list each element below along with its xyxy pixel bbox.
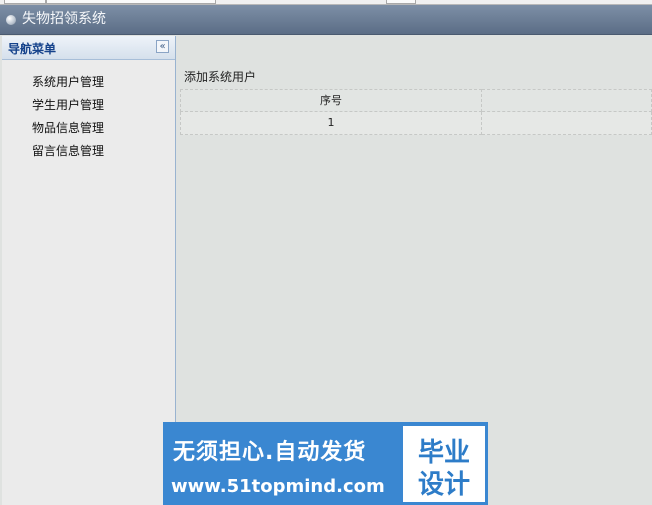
app-title-bar: 失物招领系统	[0, 5, 652, 35]
navigation-sidebar: 导航菜单 « 系统用户管理 学生用户管理 物品信息管理 留言信息管理	[2, 36, 176, 505]
badge-text-bottom: 设计	[417, 470, 470, 500]
watermark-banner: 无须担心.自动发货 www.51topmind.com 毕业 设计	[163, 422, 488, 505]
table-cell	[482, 112, 652, 135]
section-title-add-system-user[interactable]: 添加系统用户	[184, 68, 256, 85]
app-logo-icon	[6, 15, 16, 25]
sidebar-item-item-info[interactable]: 物品信息管理	[32, 119, 104, 136]
column-header	[482, 89, 652, 112]
table-cell-index: 1	[180, 112, 482, 135]
browser-tab[interactable]	[4, 0, 46, 4]
sidebar-item-messages[interactable]: 留言信息管理	[32, 142, 104, 159]
double-chevron-left-icon: «	[159, 41, 166, 52]
browser-tab[interactable]	[386, 0, 416, 4]
table-header-row: 序号	[180, 89, 652, 112]
banner-badge: 毕业 设计	[403, 426, 485, 502]
sidebar-item-student-users[interactable]: 学生用户管理	[32, 96, 104, 113]
collapse-sidebar-button[interactable]: «	[156, 40, 169, 53]
table-row[interactable]: 1	[180, 112, 652, 135]
sidebar-title: 导航菜单	[8, 42, 57, 56]
browser-tab[interactable]	[46, 0, 216, 4]
banner-url: www.51topmind.com	[171, 476, 385, 497]
column-header-index: 序号	[180, 89, 482, 112]
banner-slogan: 无须担心.自动发货	[173, 440, 367, 465]
app-title: 失物招领系统	[22, 11, 106, 27]
sidebar-header: 导航菜单 «	[2, 36, 175, 60]
sidebar-item-system-users[interactable]: 系统用户管理	[32, 73, 104, 90]
